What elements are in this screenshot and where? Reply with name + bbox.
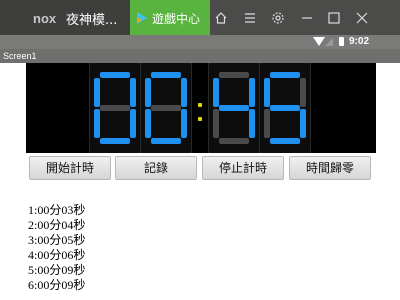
status-time: 9:02 — [349, 36, 370, 47]
minimize-icon[interactable] — [297, 8, 317, 28]
reset-time-button[interactable]: 時間歸零 — [289, 156, 371, 180]
wifi-icon — [313, 37, 325, 46]
app-title-bar — [0, 49, 400, 63]
clock-colon-dot — [198, 103, 202, 107]
list-item: 5:00分09秒 — [28, 263, 86, 277]
gear-icon[interactable] — [268, 8, 288, 28]
close-icon[interactable] — [352, 8, 372, 28]
start-timer-button[interactable]: 開始計時 — [29, 156, 111, 180]
play-store-icon-accent — [137, 17, 142, 23]
list-item: 2:00分04秒 — [28, 218, 86, 232]
clock-digit — [259, 63, 311, 153]
screen-title: Screen1 — [3, 51, 37, 61]
game-center-label[interactable]: 遊戲中心 — [152, 10, 200, 27]
clock-digit — [208, 63, 260, 153]
lap-log-list: 1:00分03秒 2:00分04秒 3:00分05秒 4:00分06秒 5:00… — [28, 203, 85, 293]
clock-display — [26, 63, 376, 153]
battery-icon — [339, 37, 344, 46]
list-item: 6:00分09秒 — [28, 278, 86, 292]
nox-logo: nox — [33, 11, 57, 26]
app-tab-title[interactable]: 夜神模... — [66, 9, 117, 28]
maximize-icon[interactable] — [324, 8, 344, 28]
stop-timer-button[interactable]: 停止計時 — [202, 156, 284, 180]
list-item: 3:00分05秒 — [28, 233, 86, 247]
record-button[interactable]: 記錄 — [115, 156, 197, 180]
clock-colon-dot — [198, 117, 202, 121]
clock-digit — [89, 63, 141, 153]
menu-icon[interactable] — [240, 8, 260, 28]
clock-digit — [140, 63, 192, 153]
list-item: 4:00分06秒 — [28, 248, 86, 262]
home-icon[interactable] — [211, 8, 231, 28]
list-item: 1:00分03秒 — [28, 203, 86, 217]
signal-icon — [325, 38, 333, 46]
